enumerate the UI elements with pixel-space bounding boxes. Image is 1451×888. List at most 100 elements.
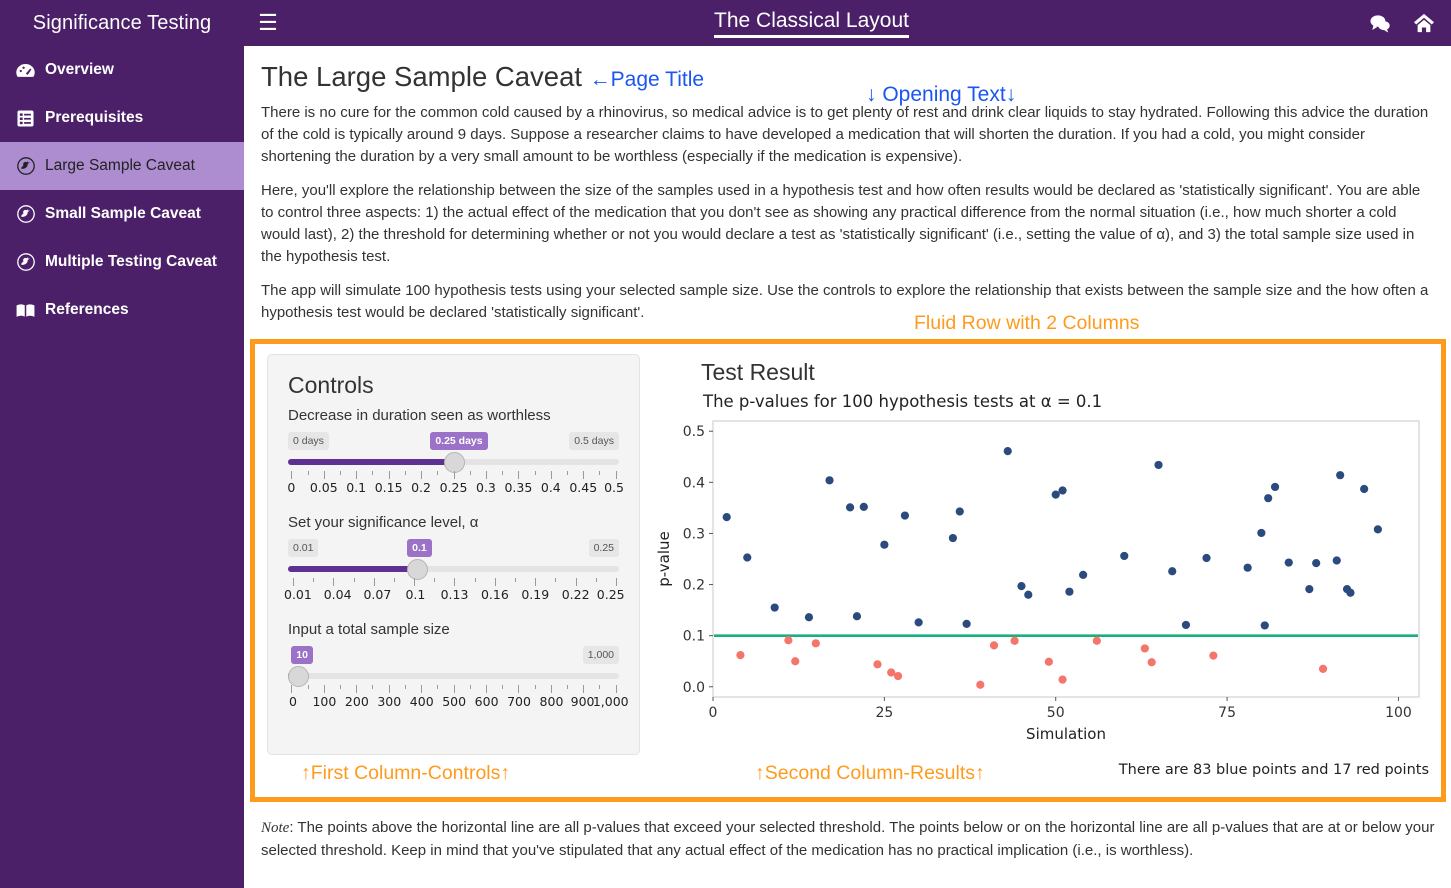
slider-max-pip-alpha: 0.25 [588,539,619,557]
svg-text:25: 25 [875,705,893,721]
svg-text:0.1: 0.1 [683,629,705,645]
sidebar-item-label: References [45,301,129,318]
sidebar-item-large-sample-caveat[interactable]: Large Sample Caveat [0,142,244,190]
comments-icon[interactable] [1369,14,1391,33]
tick-label: 0.45 [569,480,598,495]
book-open-icon [16,301,35,320]
opening-text-annotation: ↓ Opening Text↓ [866,83,1017,106]
hamburger-menu-icon[interactable]: ☰ [244,0,292,46]
results-heading: Test Result [701,359,815,385]
tick-label: 0.4 [540,480,561,495]
svg-text:Simulation: Simulation [1026,725,1106,743]
slider-min-pip-effect-size: 0 days [288,432,329,450]
intro-paragraph-1: There is no cure for the common cold cau… [261,104,1429,165]
sidebar-item-label: Small Sample Caveat [45,205,201,222]
tick-label: 400 [409,694,434,709]
svg-text:0.3: 0.3 [683,526,705,542]
slider-tickmarks-sample-size [288,685,619,693]
tick-label: 0.5 [604,480,624,495]
sidebar-item-prerequisites[interactable]: Prerequisites [0,94,244,142]
slider-track [288,673,619,679]
tick-label: 500 [442,694,467,709]
slider-max-pip-sample-size: 1,000 [582,646,619,664]
svg-text:0.5: 0.5 [683,424,705,440]
second-column-annotation: ↑Second Column-Results↑ [755,762,985,784]
app-brand[interactable]: Significance Testing [0,0,244,46]
slider-effect-size[interactable] [288,452,619,473]
page-title-annotation: ←Page Title [589,68,705,91]
slider-group-effect-size: Decrease in duration seen as worthless 0… [287,407,624,498]
fluid-row: Controls Decrease in duration seen as wo… [250,339,1446,802]
tick-label: 800 [539,694,564,709]
dove-circle-icon [16,205,35,224]
results-panel: Test Result The p-values for 100 hypothe… [655,354,1433,794]
slider-tickmarks-effect-size [288,471,619,479]
slider-sample-size[interactable] [287,666,619,687]
sidebar-item-label: Large Sample Caveat [45,157,195,174]
list-alt-icon [16,109,35,128]
note-text: : The points above the horizontal line a… [261,819,1435,859]
sidebar-item-label: Multiple Testing Caveat [45,253,217,270]
svg-text:p-value: p-value [655,531,673,587]
page-title-text: The Large Sample Caveat [261,61,583,92]
tick-label: 0.25 [439,480,468,495]
tick-label: 200 [344,694,369,709]
sidebar-item-overview[interactable]: Overview [0,46,244,94]
slider-ticklabels-sample-size: 0 100 200 300 400 500 600 700 800 900 1,… [288,694,629,712]
tick-label: 300 [377,694,402,709]
tick-label: 100 [312,694,337,709]
svg-text:0.2: 0.2 [683,578,705,594]
sidebar-item-references[interactable]: References [0,286,244,334]
fluid-row-annotation: Fluid Row with 2 Columns [914,312,1140,334]
svg-text:75: 75 [1218,705,1236,721]
footer-note: Note: The points above the horizontal li… [261,817,1441,862]
tick-label: 1,000 [592,694,629,709]
svg-text:0.0: 0.0 [683,680,705,696]
scatter-svg: 0.0 0.1 0.2 0.3 0.4 0.5 0 25 50 75 100 Simulation p-… [655,420,1420,743]
svg-text:100: 100 [1385,705,1412,721]
slider-value-pip-effect-size: 0.25 days [430,432,488,450]
tick-label: 0.15 [374,480,403,495]
slider-tickmarks-alpha [288,578,619,586]
slider-handle-alpha[interactable] [407,559,429,580]
plot-subtitle: The p-values for 100 hypothesis tests at… [703,392,1103,411]
sidebar-item-label: Prerequisites [45,109,144,126]
tick-label: 0 [288,694,297,709]
slider-ticklabels-alpha: 0.01 0.04 0.07 0.1 0.13 0.16 0.19 0.22 0… [284,587,625,605]
slider-alpha[interactable] [288,559,619,580]
slider-value-pip-sample-size: 10 [291,646,313,664]
slider-group-alpha: Set your significance level, α 0.01 0.1 … [284,514,625,605]
home-icon[interactable] [1413,13,1435,33]
page-title: The Large Sample Caveat ←Page Title [261,60,1435,93]
tachometer-icon [16,61,35,80]
svg-text:0: 0 [709,705,718,721]
dove-circle-icon [16,253,35,272]
svg-text:0.4: 0.4 [683,475,705,491]
first-column-annotation: ↑First Column-Controls↑ [301,762,511,784]
controls-heading: Controls [288,372,374,398]
sidebar-item-label: Overview [45,61,114,78]
tick-label: 0.25 [596,587,625,602]
tick-label: 0.35 [504,480,533,495]
tick-label: 0.19 [521,587,550,602]
point-counts-text: There are 83 blue points and 17 red poin… [1118,762,1429,778]
navbar-title: The Classical Layout [292,0,1331,46]
slider-label-alpha: Set your significance level, α [288,514,479,531]
slider-fill [288,566,418,572]
tick-label: 0.16 [480,587,509,602]
navbar-icon-group [1331,0,1451,46]
tick-label: 0.22 [561,587,590,602]
slider-handle-effect-size[interactable] [443,452,465,473]
slider-max-pip-effect-size: 0.5 days [569,432,619,450]
slider-label-effect-size: Decrease in duration seen as worthless [288,407,551,424]
slider-handle-sample-size[interactable] [287,666,309,687]
sidebar-item-multiple-testing-caveat[interactable]: Multiple Testing Caveat [0,238,244,286]
tick-label: 0.1 [405,587,426,602]
scatter-plot: 0.0 0.1 0.2 0.3 0.4 0.5 0 25 50 75 100 Simulation p-… [655,415,1433,745]
tick-label: 700 [507,694,531,709]
intro-paragraph-2: Here, you'll explore the relationship be… [261,182,1421,265]
dove-circle-icon [16,157,35,176]
tick-label: 0.2 [411,480,431,495]
sidebar-item-small-sample-caveat[interactable]: Small Sample Caveat [0,190,244,238]
slider-fill [288,459,454,465]
